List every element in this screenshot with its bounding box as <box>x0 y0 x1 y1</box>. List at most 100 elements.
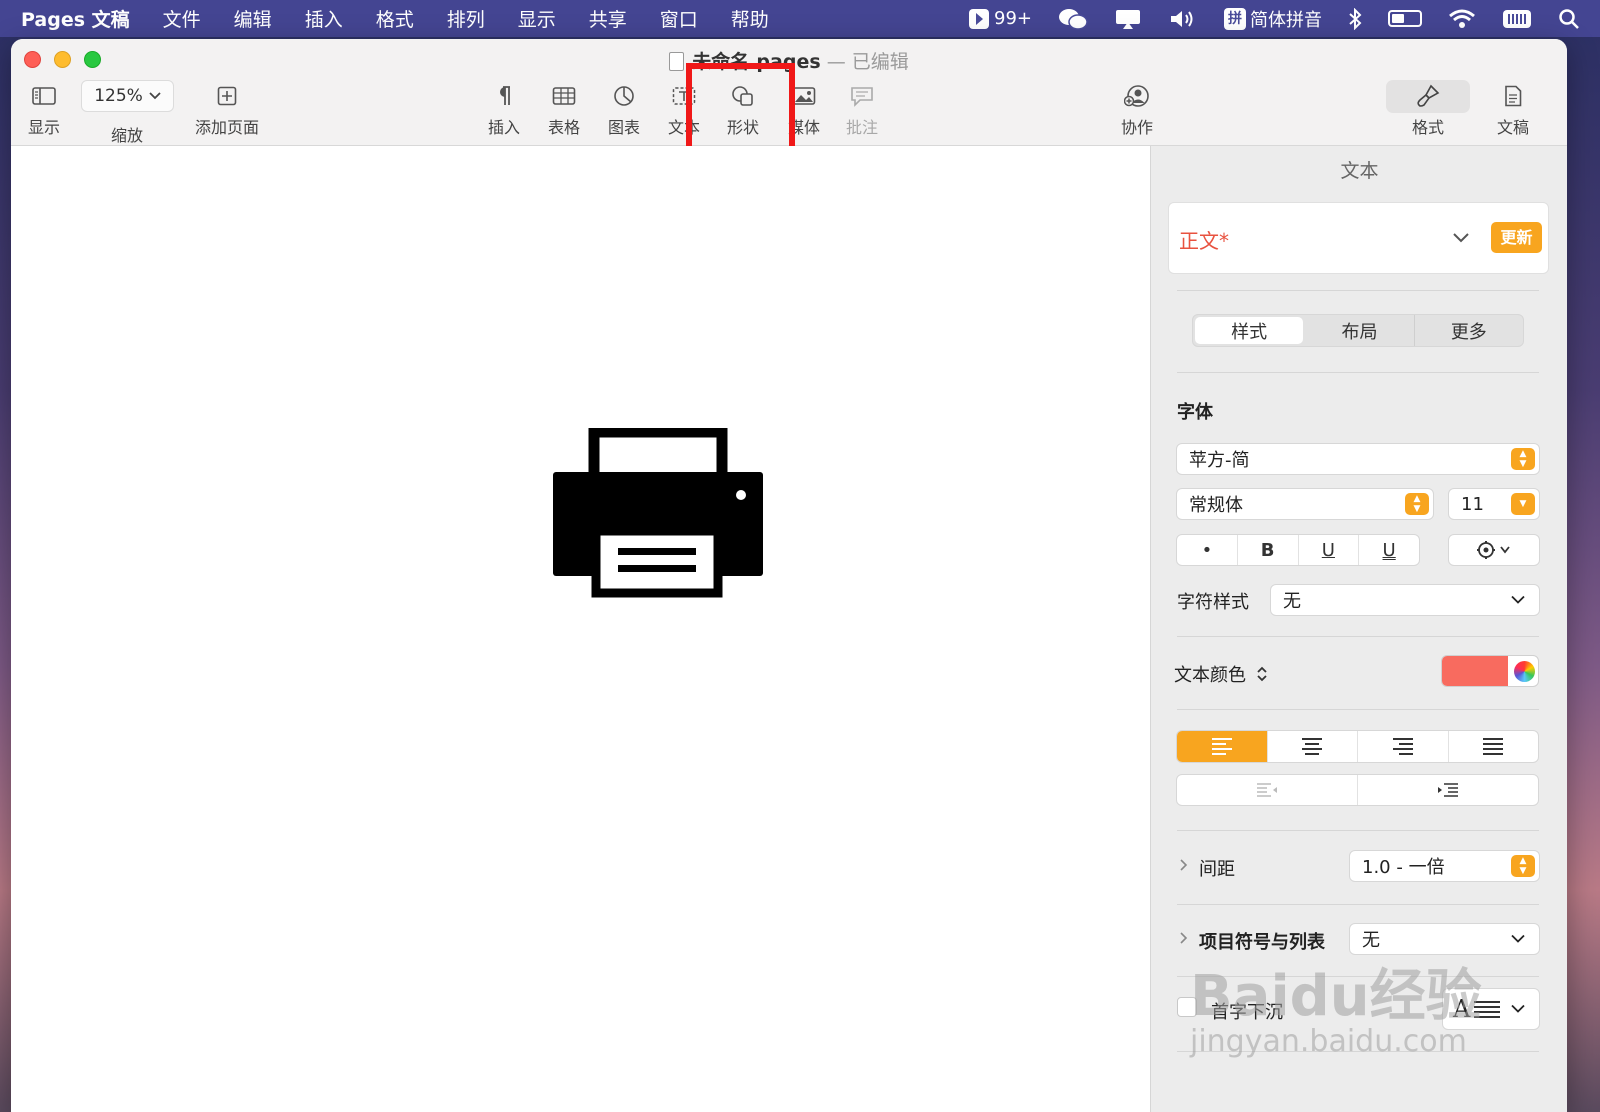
paragraph-style-name: 正文* <box>1179 229 1229 253</box>
insert-button[interactable]: 插入 <box>485 81 523 138</box>
color-wheel-icon[interactable] <box>1514 661 1535 682</box>
table-button[interactable]: 表格 <box>545 81 583 138</box>
double-underline-button[interactable]: U <box>1359 535 1419 565</box>
add-page-icon <box>217 86 237 106</box>
printer-icon[interactable] <box>551 428 763 598</box>
menu-insert[interactable]: 插入 <box>305 5 343 32</box>
char-style-label: 字符样式 <box>1177 592 1249 613</box>
alignment-buttons <box>1176 730 1539 763</box>
add-page-label: 添加页面 <box>194 118 259 137</box>
advanced-options-button[interactable] <box>1448 534 1540 566</box>
font-weight-stepper-icon: ▲ ▼ <box>1405 493 1429 515</box>
menu-app-name[interactable]: Pages 文稿 <box>21 5 130 32</box>
decrease-indent-icon <box>1257 783 1277 797</box>
bullets-select[interactable]: 无 <box>1349 923 1540 955</box>
italic-dot-button[interactable]: • <box>1177 535 1238 565</box>
wechat-icon[interactable] <box>1058 7 1088 31</box>
align-left-button[interactable] <box>1177 731 1268 762</box>
screen-mirroring-icon[interactable] <box>1114 8 1142 30</box>
gear-icon <box>1477 541 1510 559</box>
increase-indent-button[interactable] <box>1358 775 1538 805</box>
spacing-select[interactable]: 1.0 - 一倍 ▲ ▼ <box>1349 850 1540 882</box>
menu-view[interactable]: 显示 <box>518 5 556 32</box>
sidebar-icon <box>32 87 56 105</box>
text-color-label[interactable]: 文本颜色 <box>1174 661 1268 687</box>
bullets-label[interactable]: 项目符号与列表 <box>1199 928 1325 954</box>
document-button[interactable]: 文稿 <box>1494 81 1532 138</box>
menu-arrange[interactable]: 排列 <box>447 5 485 32</box>
font-weight-select[interactable]: 常规体 ▲ ▼ <box>1176 488 1434 520</box>
tab-more[interactable]: 更多 <box>1415 315 1523 346</box>
input-method-label: 简体拼音 <box>1250 9 1322 31</box>
divider <box>1177 830 1539 831</box>
collaborate-label: 协作 <box>1120 118 1153 137</box>
view-button[interactable]: 显示 <box>25 81 63 138</box>
comment-button[interactable]: 批注 <box>843 81 881 138</box>
tab-layout[interactable]: 布局 <box>1305 315 1415 346</box>
divider <box>1177 976 1539 977</box>
divider <box>1177 636 1539 637</box>
inspector-title: 文本 <box>1340 160 1379 182</box>
paintbrush-icon <box>1417 84 1440 107</box>
format-button[interactable]: 格式 <box>1408 81 1448 138</box>
font-family-select[interactable]: 苹方-简 ▲ ▼ <box>1176 443 1540 475</box>
comment-icon <box>851 87 873 107</box>
document-icon <box>669 52 685 71</box>
font-size-value: 11 <box>1461 493 1484 515</box>
status-notification[interactable]: 99+ <box>968 8 1032 30</box>
format-label: 格式 <box>1411 118 1444 137</box>
spotlight-search-icon[interactable] <box>1558 8 1580 30</box>
text-color-label-text: 文本颜色 <box>1174 665 1246 686</box>
add-page-button[interactable]: 添加页面 <box>191 81 263 138</box>
battery-icon[interactable] <box>1388 10 1422 27</box>
menu-file[interactable]: 文件 <box>163 5 201 32</box>
bold-button[interactable]: B <box>1238 535 1299 565</box>
chart-button[interactable]: 图表 <box>605 81 643 138</box>
up-down-arrows-icon <box>1257 666 1267 682</box>
bluetooth-icon[interactable] <box>1348 7 1362 30</box>
decrease-indent-button[interactable] <box>1177 775 1358 805</box>
align-center-button[interactable] <box>1268 731 1358 762</box>
shape-button-highlight <box>686 63 795 154</box>
align-right-icon <box>1392 738 1413 755</box>
align-left-icon <box>1211 738 1232 755</box>
justify-button[interactable] <box>1449 731 1539 762</box>
paragraph-style-card[interactable]: 正文* 更新 <box>1168 202 1549 274</box>
text-color-swatch <box>1442 656 1508 686</box>
font-size-field[interactable]: 11 ▼ <box>1448 488 1540 520</box>
collaborate-button[interactable]: 协作 <box>1117 81 1157 138</box>
menu-share[interactable]: 共享 <box>589 5 627 32</box>
app-badge-icon <box>969 8 989 29</box>
disclosure-chevron-icon[interactable] <box>1180 859 1188 871</box>
char-style-select[interactable]: 无 <box>1270 584 1540 616</box>
document-label: 文稿 <box>1496 118 1529 137</box>
justify-icon <box>1483 738 1504 755</box>
text-color-well[interactable] <box>1441 655 1539 687</box>
keyboard-icon[interactable] <box>1502 8 1532 30</box>
menu-format[interactable]: 格式 <box>376 5 414 32</box>
dropcap-checkbox[interactable] <box>1177 997 1197 1017</box>
chevron-down-icon[interactable] <box>1453 233 1469 243</box>
menu-edit[interactable]: 编辑 <box>234 5 272 32</box>
update-style-button[interactable]: 更新 <box>1491 222 1542 253</box>
wifi-icon[interactable] <box>1448 8 1476 30</box>
spacing-value: 1.0 - 一倍 <box>1362 857 1445 878</box>
inspector-tabs: 样式 布局 更多 <box>1192 314 1524 347</box>
dropcap-style-select[interactable]: A <box>1442 988 1540 1030</box>
disclosure-chevron-icon[interactable] <box>1180 932 1188 944</box>
underline-button[interactable]: U <box>1299 535 1360 565</box>
zoom-select[interactable]: 125% <box>81 80 174 112</box>
document-setup-icon <box>1505 85 1522 107</box>
divider <box>1177 372 1539 373</box>
tab-style[interactable]: 样式 <box>1195 317 1304 344</box>
volume-icon[interactable] <box>1168 8 1198 30</box>
align-right-button[interactable] <box>1358 731 1449 762</box>
menu-help[interactable]: 帮助 <box>731 5 769 32</box>
input-method-icon: 拼 <box>1224 7 1246 30</box>
document-canvas[interactable] <box>11 146 1150 1112</box>
title-separator: — <box>826 51 846 73</box>
input-method[interactable]: 拼 简体拼音 <box>1224 6 1322 32</box>
spacing-label[interactable]: 间距 <box>1199 855 1235 881</box>
menu-window[interactable]: 窗口 <box>660 5 698 32</box>
pie-chart-icon <box>614 86 634 106</box>
